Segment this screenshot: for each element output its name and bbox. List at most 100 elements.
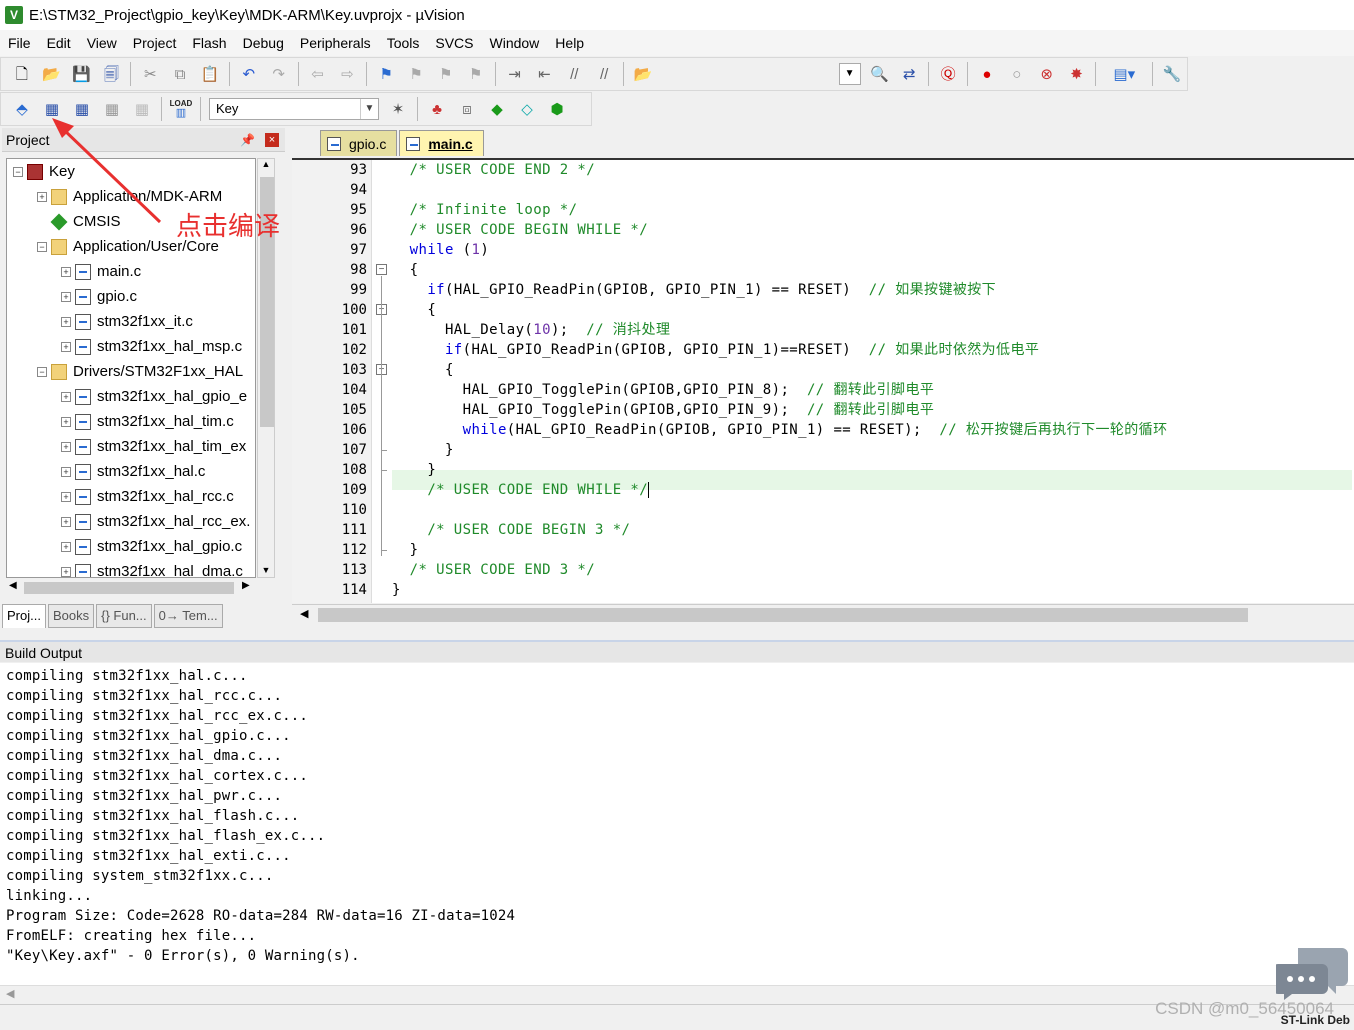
debug-session-icon[interactable]: Ⓠ [937, 63, 959, 85]
configure-icon[interactable]: 🔧 [1161, 63, 1183, 85]
expand-icon[interactable]: + [61, 541, 71, 552]
unindent-icon[interactable]: ⇤ [534, 63, 556, 85]
chevron-down-icon[interactable]: ▼ [360, 99, 378, 119]
tree-item[interactable]: + stm32f1xx_hal_rcc_ex. [61, 509, 250, 534]
scroll-up-icon[interactable]: ▲ [258, 159, 274, 169]
build-horizontal-scrollbar[interactable]: ◀ [0, 985, 1354, 1003]
menu-flash[interactable]: Flash [184, 30, 234, 56]
save-icon[interactable]: 💾 [71, 63, 93, 85]
scroll-left-icon[interactable]: ◀ [6, 987, 14, 1000]
chat-bubble-icon[interactable] [1276, 946, 1348, 1000]
expand-icon[interactable]: + [61, 291, 71, 302]
find-icon[interactable]: 🔍 [869, 63, 891, 85]
panel-tab[interactable]: 0→ Tem... [153, 604, 223, 628]
expand-icon[interactable]: + [61, 491, 71, 502]
menu-help[interactable]: Help [547, 30, 592, 56]
tree-item[interactable]: + stm32f1xx_hal_gpio.c [61, 534, 242, 559]
scroll-thumb[interactable] [318, 608, 1248, 622]
redo-icon[interactable]: ↷ [268, 63, 290, 85]
menu-peripherals[interactable]: Peripherals [292, 30, 379, 56]
manage-rte-icon[interactable]: ⬢ [546, 98, 568, 120]
menu-debug[interactable]: Debug [235, 30, 292, 56]
tree-horizontal-scrollbar[interactable]: ◀ ▶ [6, 579, 276, 597]
undo-icon[interactable]: ↶ [238, 63, 260, 85]
fold-collapse-icon[interactable]: − [376, 264, 387, 275]
collapse-icon[interactable]: − [13, 166, 23, 177]
expand-icon[interactable]: + [37, 191, 47, 202]
tree-item[interactable]: + stm32f1xx_it.c [61, 309, 193, 334]
target-select[interactable]: Key ▼ [209, 98, 379, 120]
code-editor[interactable]: 93 94 95 96 97 98 99 100 101 102 103 104 105 106 107 10… [292, 158, 1354, 603]
uncomment-icon[interactable]: // [593, 63, 615, 85]
editor-tab[interactable]: main.c [399, 130, 484, 156]
expand-icon[interactable]: + [61, 566, 71, 577]
find-in-files-icon[interactable]: 📂 [632, 63, 654, 85]
scroll-down-icon[interactable]: ▼ [258, 565, 274, 575]
new-file-icon[interactable]: 🗋 [11, 63, 33, 85]
tree-item[interactable]: − Drivers/STM32F1xx_HAL [37, 359, 243, 384]
close-icon[interactable]: × [265, 132, 279, 147]
load-download-icon[interactable]: LOAD ▥ [170, 98, 193, 120]
copy-icon[interactable]: ⧉ [169, 63, 191, 85]
tree-item[interactable]: + stm32f1xx_hal_rcc.c [61, 484, 234, 509]
tree-item[interactable]: + gpio.c [61, 284, 137, 309]
menu-project[interactable]: Project [125, 30, 185, 56]
kill-all-breakpoints-icon[interactable]: ✸ [1066, 63, 1088, 85]
build-icon[interactable]: ▦ [41, 98, 63, 120]
expand-icon[interactable]: + [61, 266, 71, 277]
tree-item[interactable]: + main.c [61, 259, 141, 284]
collapse-icon[interactable]: − [37, 366, 47, 377]
nav-back-icon[interactable]: ⇦ [307, 63, 329, 85]
disable-breakpoint-icon[interactable]: ○ [1006, 63, 1028, 85]
expand-icon[interactable]: + [61, 466, 71, 477]
menu-view[interactable]: View [79, 30, 125, 56]
expand-icon[interactable]: + [61, 441, 71, 452]
tree-item[interactable]: + stm32f1xx_hal_tim.c [61, 409, 234, 434]
open-folder-icon[interactable]: 📂 [41, 63, 63, 85]
scroll-left-icon[interactable]: ◀ [300, 607, 308, 620]
tree-item[interactable]: + stm32f1xx_hal_tim_ex [61, 434, 246, 459]
menu-svcs[interactable]: SVCS [427, 30, 481, 56]
incremental-find-icon[interactable]: ⇄ [898, 63, 920, 85]
scroll-left-icon[interactable]: ◀ [9, 580, 17, 591]
menu-file[interactable]: File [0, 30, 39, 56]
panel-tab[interactable]: {} Fun... [96, 604, 152, 628]
expand-icon[interactable]: + [61, 416, 71, 427]
panel-tab[interactable]: Proj... [2, 604, 46, 628]
clear-bookmarks-icon[interactable]: ⚑ [465, 63, 487, 85]
expand-icon[interactable]: + [61, 316, 71, 327]
file-extensions-icon[interactable]: ⧈ [456, 98, 478, 120]
disable-all-breakpoints-icon[interactable]: ⊗ [1036, 63, 1058, 85]
scroll-right-icon[interactable]: ▶ [242, 580, 250, 591]
cut-icon[interactable]: ✂ [139, 63, 161, 85]
tree-item[interactable]: − Key [13, 159, 75, 184]
bookmark-icon[interactable]: ⚑ [375, 63, 397, 85]
tree-item[interactable]: + stm32f1xx_hal_msp.c [61, 334, 242, 359]
menu-window[interactable]: Window [482, 30, 548, 56]
prev-bookmark-icon[interactable]: ⚑ [405, 63, 427, 85]
breakpoint-icon[interactable]: ● [976, 63, 998, 85]
rebuild-icon[interactable]: ▦ [71, 98, 93, 120]
editor-tab[interactable]: gpio.c [320, 130, 398, 156]
next-bookmark-icon[interactable]: ⚑ [435, 63, 457, 85]
paste-icon[interactable]: 📋 [199, 63, 221, 85]
pin-icon[interactable]: 📌 [240, 133, 255, 147]
menu-tools[interactable]: Tools [379, 30, 428, 56]
expand-icon[interactable]: + [61, 391, 71, 402]
window-layout-icon[interactable]: ▤▾ [1104, 63, 1144, 85]
tree-item[interactable]: CMSIS [37, 209, 121, 234]
manage-project-items-icon[interactable]: ♣ [426, 98, 448, 120]
indent-icon[interactable]: ⇥ [504, 63, 526, 85]
editor-horizontal-scrollbar[interactable]: ◀ [292, 604, 1354, 624]
find-combo-dropdown-icon[interactable]: ▼ [838, 63, 861, 85]
expand-icon[interactable]: + [61, 516, 71, 527]
tree-item[interactable]: + stm32f1xx_hal_gpio_e [61, 384, 247, 409]
expand-icon[interactable]: + [61, 341, 71, 352]
pack-installer-icon[interactable]: ◆ [486, 98, 508, 120]
save-all-icon[interactable]: 🗐 [101, 63, 123, 85]
build-output[interactable]: compiling stm32f1xx_hal.c... compiling st… [0, 663, 1354, 985]
tree-item[interactable]: + stm32f1xx_hal.c [61, 459, 205, 484]
menu-edit[interactable]: Edit [39, 30, 79, 56]
batch-build-icon[interactable]: ▦ [101, 98, 123, 120]
translate-icon[interactable]: ⬘ [11, 98, 33, 120]
